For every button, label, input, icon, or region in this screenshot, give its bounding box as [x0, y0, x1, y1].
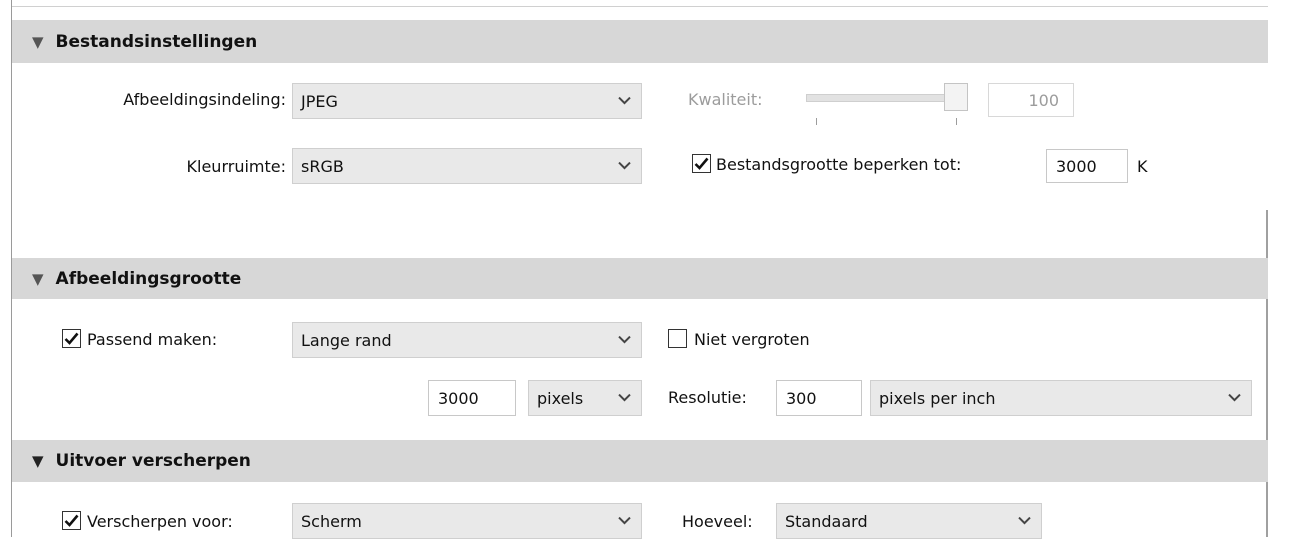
sharpen-for-label: Verscherpen voor:	[87, 512, 233, 531]
quality-label: Kwaliteit:	[688, 90, 763, 109]
quality-slider-tick-max	[956, 118, 957, 125]
limit-file-size-unit: K	[1137, 157, 1148, 176]
triangle-down-icon: ▼	[32, 269, 44, 288]
checkmark-icon	[64, 514, 79, 527]
amount-label: Hoeveel:	[682, 512, 753, 531]
chevron-down-icon	[1228, 393, 1241, 402]
sharpen-for-checkbox[interactable]	[62, 511, 81, 530]
resolution-label: Resolutie:	[668, 388, 747, 407]
triangle-down-icon: ▼	[32, 452, 44, 470]
size-unit-dropdown[interactable]: pixels	[528, 380, 642, 416]
size-value-input[interactable]: 3000	[428, 380, 516, 416]
section-header-output-sharpening[interactable]: ▼ Uitvoer verscherpen	[12, 440, 1268, 482]
panel-top-divider	[12, 6, 1268, 7]
size-unit-value: pixels	[537, 388, 584, 408]
quality-slider-tick-min	[816, 118, 817, 125]
chevron-down-icon	[618, 393, 631, 402]
amount-dropdown[interactable]: Standaard	[776, 503, 1042, 539]
dont-enlarge-checkbox[interactable]	[668, 329, 687, 348]
section-title-output-sharpening: Uitvoer verscherpen	[55, 451, 251, 471]
limit-file-size-label: Bestandsgrootte beperken tot:	[716, 155, 962, 174]
resolution-unit-value: pixels per inch	[879, 388, 996, 408]
checkmark-icon	[64, 332, 79, 345]
quality-slider-track[interactable]	[806, 94, 958, 102]
section-header-image-sizing[interactable]: ▼ Afbeeldingsgrootte	[12, 258, 1268, 299]
triangle-down-icon: ▼	[32, 32, 44, 51]
dont-enlarge-label: Niet vergroten	[694, 330, 810, 349]
quality-slider-thumb[interactable]	[944, 83, 968, 111]
sharpen-for-dropdown[interactable]: Scherm	[292, 503, 642, 539]
chevron-down-icon	[1018, 516, 1031, 525]
chevron-down-icon	[618, 96, 631, 105]
resolution-unit-dropdown[interactable]: pixels per inch	[870, 380, 1252, 416]
limit-file-size-input[interactable]: 3000	[1046, 149, 1128, 183]
sharpen-for-value: Scherm	[301, 511, 362, 531]
section-header-file-settings[interactable]: ▼ Bestandsinstellingen	[12, 20, 1268, 63]
section-title-file-settings: Bestandsinstellingen	[55, 31, 258, 52]
chevron-down-icon	[618, 335, 631, 344]
resize-to-fit-value: Lange rand	[301, 330, 392, 350]
resize-to-fit-dropdown[interactable]: Lange rand	[292, 322, 642, 358]
image-format-dropdown[interactable]: JPEG	[292, 83, 642, 119]
chevron-down-icon	[618, 516, 631, 525]
resolution-input[interactable]: 300	[776, 380, 862, 416]
image-format-value: JPEG	[301, 91, 338, 111]
amount-value: Standaard	[785, 511, 868, 531]
resize-to-fit-checkbox[interactable]	[62, 329, 81, 348]
checkmark-icon	[694, 157, 709, 170]
section-title-image-sizing: Afbeeldingsgrootte	[55, 268, 242, 289]
color-space-dropdown[interactable]: sRGB	[292, 148, 642, 184]
limit-file-size-checkbox[interactable]	[692, 154, 711, 173]
image-format-label: Afbeeldingsindeling:	[123, 90, 286, 109]
chevron-down-icon	[618, 161, 631, 170]
color-space-label: Kleurruimte:	[186, 157, 286, 176]
resize-to-fit-label: Passend maken:	[87, 330, 218, 349]
quality-input[interactable]: 100	[988, 83, 1074, 117]
color-space-value: sRGB	[301, 156, 344, 176]
